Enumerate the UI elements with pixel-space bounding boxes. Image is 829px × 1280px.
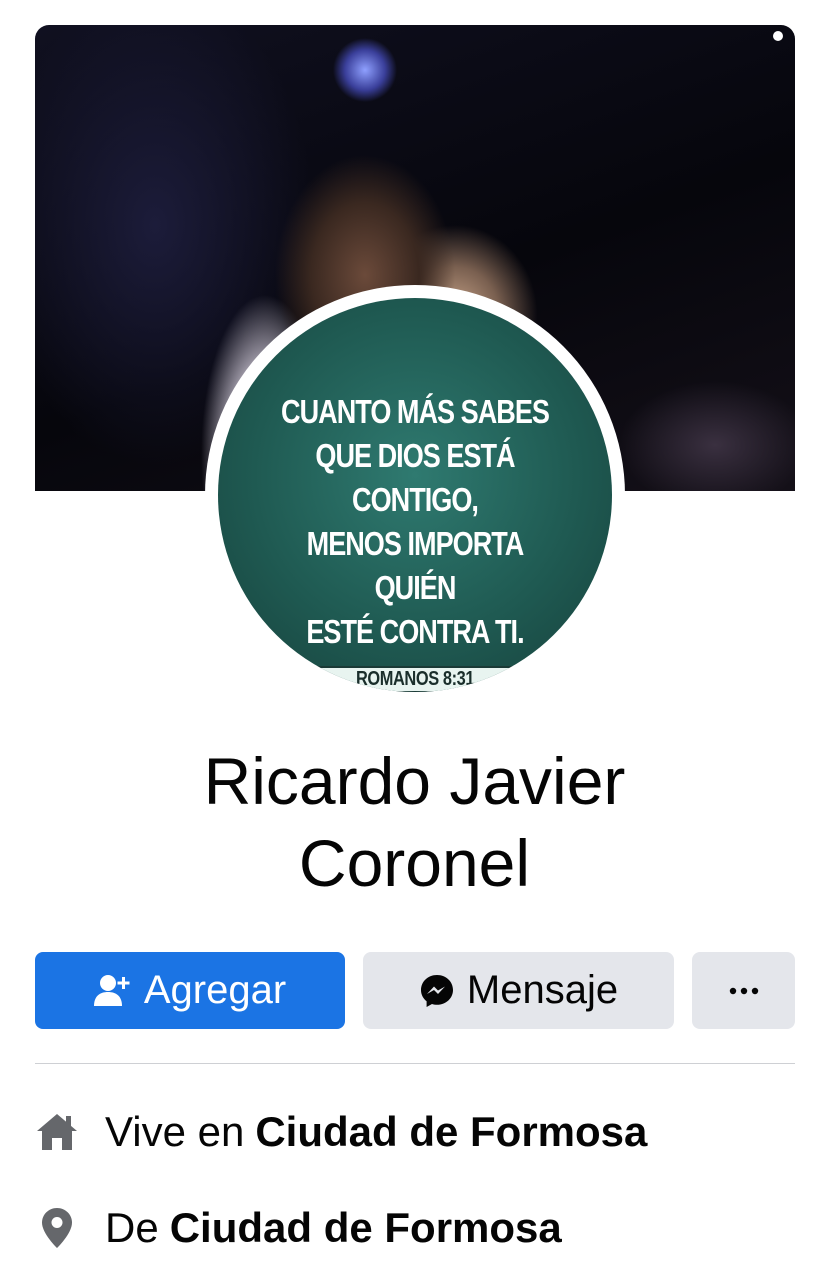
lives-in-value[interactable]: Ciudad de Formosa <box>255 1108 647 1156</box>
more-options-button[interactable] <box>692 952 795 1029</box>
more-icon <box>729 987 759 995</box>
info-from: De Ciudad de Formosa <box>35 1198 562 1258</box>
quote-line: QUE DIOS ESTÁ CONTIGO, <box>315 437 515 518</box>
home-icon <box>35 1113 79 1151</box>
quote-line: ESTÉ CONTRA TI. <box>306 613 524 650</box>
message-button[interactable]: Mensaje <box>363 952 674 1029</box>
location-pin-icon <box>35 1207 79 1249</box>
cover-indicator-dot <box>773 31 783 41</box>
add-friend-button[interactable]: Agregar <box>35 952 345 1029</box>
from-prefix: De <box>105 1204 159 1251</box>
profile-name-line-1: Ricardo Javier <box>203 744 626 818</box>
section-divider <box>35 1063 795 1064</box>
quote-reference: ROMANOS 8:31 <box>355 668 475 690</box>
lives-in-prefix: Vive en <box>105 1108 245 1155</box>
profile-picture-quote: CUANTO MÁS SABES QUE DIOS ESTÁ CONTIGO, … <box>267 390 562 654</box>
add-friend-label: Agregar <box>143 968 287 1012</box>
messenger-icon <box>419 973 455 1009</box>
profile-picture[interactable]: CUANTO MÁS SABES QUE DIOS ESTÁ CONTIGO, … <box>218 298 612 692</box>
profile-name-line-2: Coronel <box>298 826 531 900</box>
quote-line: MENOS IMPORTA QUIÉN <box>306 525 525 606</box>
info-lives-in: Vive en Ciudad de Formosa <box>35 1102 647 1162</box>
add-friend-icon <box>93 974 132 1008</box>
quote-line: CUANTO MÁS SABES <box>281 393 550 430</box>
profile-name: Ricardo Javier Coronel <box>0 740 829 904</box>
from-value[interactable]: Ciudad de Formosa <box>170 1204 562 1252</box>
message-label: Mensaje <box>466 968 619 1012</box>
